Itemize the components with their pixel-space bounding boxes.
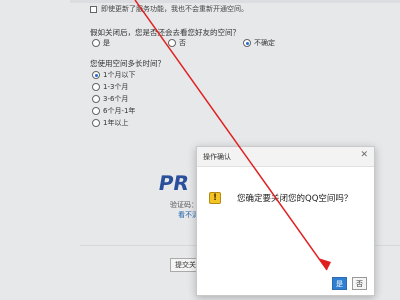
warning-icon: ! [209, 192, 221, 204]
cancel-button[interactable]: 否 [352, 277, 367, 290]
q2-option-4[interactable]: 6个月-1年 [92, 106, 135, 116]
q2-option-2[interactable]: 1-3个月 [92, 82, 128, 92]
radio-button[interactable] [92, 39, 100, 47]
dialog-title: 操作确认 [203, 153, 231, 161]
checkbox[interactable] [90, 5, 97, 13]
dialog-message: 您确定要关闭您的QQ空间吗？ [237, 194, 353, 204]
q2-option-1[interactable]: 1个月以下 [92, 70, 135, 80]
radio-button-selected[interactable] [92, 71, 100, 79]
radio-button[interactable] [92, 95, 100, 103]
dialog-header: 操作确认 ✕ [197, 147, 374, 167]
option-label: 6个月-1年 [103, 107, 136, 115]
confirm-button[interactable]: 是 [332, 277, 347, 290]
radio-button[interactable] [92, 107, 100, 115]
captcha-text: PR [157, 171, 192, 194]
confirm-dialog: 操作确认 ✕ ! 您确定要关闭您的QQ空间吗？ 是 否 [196, 146, 375, 296]
q0-option-label: 即使更新了服务功能，我也不会重新开通空间。 [101, 5, 248, 13]
q1-title: 假如关闭后，您是否还会去看您好友的空间？ [90, 28, 240, 37]
q1-option-unsure[interactable]: 不确定 [243, 38, 275, 48]
option-label: 1年以上 [103, 119, 129, 127]
option-label: 1个月以下 [103, 71, 136, 79]
q0-checkbox-row[interactable]: 即使更新了服务功能，我也不会重新开通空间。 [90, 4, 248, 14]
q2-option-3[interactable]: 3-6个月 [92, 94, 128, 104]
option-label: 不确定 [254, 39, 275, 47]
radio-button[interactable] [168, 39, 176, 47]
radio-button[interactable] [92, 83, 100, 91]
q1-option-no[interactable]: 否 [168, 38, 186, 48]
captcha-label: 验证码： [170, 201, 198, 209]
q2-option-5[interactable]: 1年以上 [92, 118, 128, 128]
radio-button-selected[interactable] [243, 39, 251, 47]
option-label: 是 [103, 39, 110, 47]
q2-title: 您使用空间多长时间？ [90, 59, 165, 68]
option-label: 1-3个月 [103, 83, 129, 91]
option-label: 否 [179, 39, 186, 47]
close-icon[interactable]: ✕ [360, 151, 368, 160]
top-divider [70, 0, 400, 3]
option-label: 3-6个月 [103, 95, 129, 103]
radio-button[interactable] [92, 119, 100, 127]
q1-option-yes[interactable]: 是 [92, 38, 110, 48]
